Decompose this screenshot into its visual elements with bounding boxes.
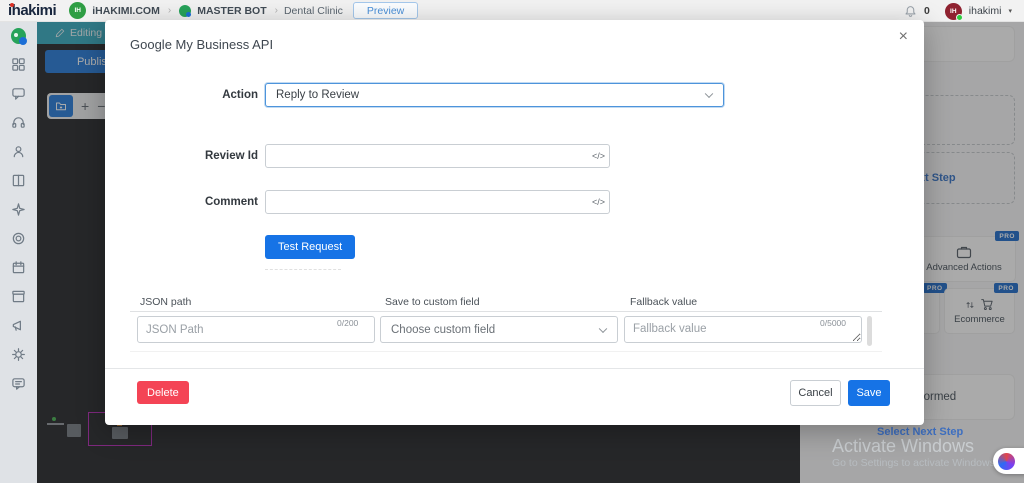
user-name[interactable]: ihakimi bbox=[969, 5, 1002, 17]
breadcrumb-bot[interactable]: MASTER BOT bbox=[197, 5, 266, 17]
breadcrumb-page[interactable]: Dental Clinic bbox=[284, 5, 343, 17]
column-header-fallback: Fallback value bbox=[630, 296, 698, 308]
sidebar-item-home[interactable] bbox=[11, 27, 27, 45]
save-button[interactable]: Save bbox=[848, 380, 890, 406]
gear-icon bbox=[12, 348, 25, 361]
column-header-custom-field: Save to custom field bbox=[385, 296, 480, 308]
sidebar-item-automation[interactable] bbox=[11, 202, 26, 217]
sidebar-item-inbox[interactable] bbox=[11, 289, 26, 304]
calendar-icon bbox=[12, 261, 25, 274]
scrollbar[interactable] bbox=[867, 316, 872, 346]
sidebar-item-livechat[interactable] bbox=[11, 86, 26, 101]
comment-input[interactable] bbox=[265, 190, 610, 214]
megaphone-icon bbox=[12, 320, 21, 331]
sidebar-item-contacts[interactable] bbox=[11, 144, 26, 159]
cancel-button[interactable]: Cancel bbox=[790, 380, 841, 406]
table-divider bbox=[130, 311, 882, 312]
icon-sidebar bbox=[0, 22, 37, 483]
breadcrumb-separator: › bbox=[167, 5, 172, 16]
preview-button[interactable]: Preview bbox=[352, 2, 419, 19]
person-icon bbox=[13, 146, 24, 158]
app-logo[interactable]: ihakimi bbox=[8, 1, 57, 21]
notification-bell-icon[interactable] bbox=[904, 5, 917, 18]
custom-field-select[interactable]: Choose custom field bbox=[380, 316, 618, 343]
activate-windows-subtext: Go to Settings to activate Windows. bbox=[832, 457, 998, 469]
action-label: Action bbox=[222, 89, 258, 101]
footer-divider bbox=[105, 368, 924, 369]
sidebar-item-targeting[interactable] bbox=[11, 231, 26, 246]
delete-button[interactable]: Delete bbox=[137, 381, 189, 404]
user-avatar[interactable]: IH bbox=[944, 2, 963, 21]
column-header-json-path: JSON path bbox=[140, 296, 192, 308]
sidebar-item-support[interactable] bbox=[11, 115, 26, 130]
chat-icon bbox=[12, 88, 25, 100]
close-icon[interactable]: × bbox=[899, 28, 908, 46]
bot-bubble-icon bbox=[179, 4, 192, 17]
json-path-counter: 0/200 bbox=[337, 318, 359, 328]
sidebar-item-calendar[interactable] bbox=[11, 260, 26, 275]
review-id-input[interactable] bbox=[265, 144, 610, 168]
chat-widget-icon bbox=[998, 452, 1015, 470]
action-select-value: Reply to Review bbox=[276, 89, 360, 101]
sidebar-item-knowledge[interactable] bbox=[11, 173, 26, 188]
code-icon[interactable]: </> bbox=[592, 197, 605, 207]
book-icon bbox=[12, 174, 25, 187]
chat-widget-button[interactable] bbox=[993, 448, 1024, 474]
row-divider bbox=[130, 351, 882, 352]
modal-title: Google My Business API bbox=[130, 37, 274, 52]
archive-box-icon bbox=[12, 290, 25, 303]
workspace-avatar[interactable]: IH bbox=[69, 2, 87, 19]
comment-label: Comment bbox=[204, 196, 258, 208]
review-id-label: Review Id bbox=[204, 150, 258, 162]
action-select[interactable]: Reply to Review bbox=[265, 83, 724, 107]
custom-field-select-value: Choose custom field bbox=[391, 323, 496, 336]
fallback-counter: 0/5000 bbox=[820, 318, 846, 328]
code-icon[interactable]: </> bbox=[592, 151, 605, 161]
section-divider bbox=[265, 269, 341, 270]
top-bar: ihakimi IH iHAKIMI.COM › MASTER BOT › De… bbox=[0, 0, 1024, 22]
test-request-button[interactable]: Test Request bbox=[265, 235, 356, 259]
activate-windows-watermark: Activate Windows bbox=[832, 436, 975, 456]
sparkle-icon bbox=[12, 203, 25, 216]
sidebar-item-dashboard[interactable] bbox=[11, 57, 26, 72]
brand-bubble-icon bbox=[11, 27, 27, 45]
chevron-down-icon bbox=[598, 324, 608, 333]
breadcrumb-separator: › bbox=[274, 5, 278, 16]
headset-icon bbox=[12, 117, 25, 128]
chevron-down-icon[interactable]: ▾ bbox=[1008, 7, 1012, 15]
google-my-business-modal: Google My Business API × Action Reply to… bbox=[105, 20, 924, 425]
chevron-down-icon bbox=[704, 89, 714, 99]
sidebar-item-settings[interactable] bbox=[11, 347, 26, 362]
breadcrumb-site[interactable]: iHAKIMI.COM bbox=[92, 5, 160, 17]
notification-count: 0 bbox=[923, 5, 930, 17]
target-icon bbox=[12, 232, 25, 245]
sidebar-item-feedback[interactable] bbox=[11, 376, 26, 391]
sidebar-item-broadcast[interactable] bbox=[11, 318, 26, 333]
dashboard-grid-icon bbox=[12, 58, 25, 71]
comment-lines-icon bbox=[12, 378, 25, 390]
